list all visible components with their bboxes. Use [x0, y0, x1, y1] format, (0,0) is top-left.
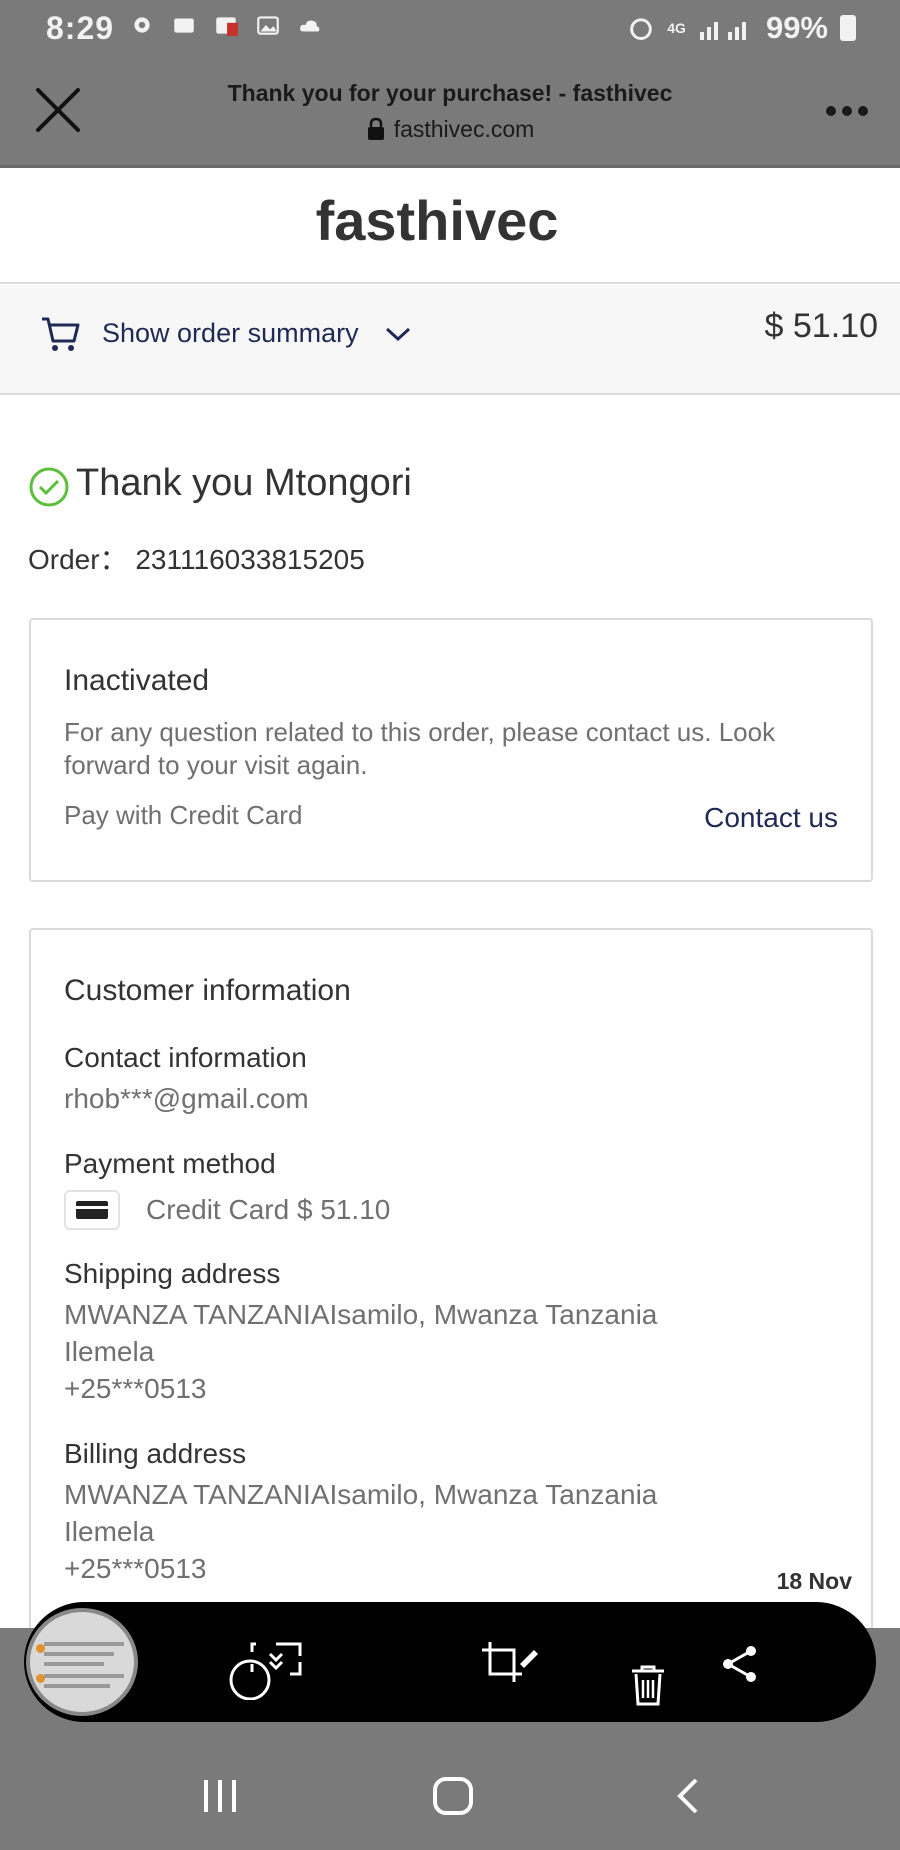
customer-information-title: Customer information	[64, 974, 351, 1007]
video-icon	[174, 18, 194, 33]
order-number-line: Order： 231116033815205	[28, 538, 365, 578]
back-icon[interactable]	[672, 1776, 702, 1816]
settings-icon	[134, 17, 150, 33]
battery-level: 99%	[765, 10, 828, 45]
more-dot-icon	[842, 106, 852, 116]
billing-address-label: Billing address	[64, 1438, 247, 1469]
image-icon	[257, 16, 279, 35]
thank-you-heading: Thank you Mtongori	[76, 462, 412, 504]
payment-method-label: Payment method	[64, 1148, 276, 1179]
more-dot-icon	[858, 106, 868, 116]
screenshot-thumbnail[interactable]	[26, 1608, 138, 1716]
order-summary-toggle[interactable]: Show order summary $ 51.10	[0, 285, 900, 395]
lock-icon	[367, 117, 384, 140]
more-dot-icon	[826, 106, 836, 116]
status-bar: 8:29 4G 99%	[0, 0, 900, 56]
payment-note: Pay with Credit Card	[64, 800, 303, 830]
signal-icon	[699, 22, 746, 40]
status-time: 8:29	[46, 10, 115, 46]
billing-address: MWANZA TANZANIAIsamilo, Mwanza Tanzania …	[64, 1476, 657, 1587]
url-text: fasthivec.com	[393, 116, 535, 142]
browser-toolbar: Thank you for your purchase! - fasthivec…	[0, 56, 900, 168]
page-title: Thank you for your purchase! - fasthivec	[227, 80, 673, 106]
show-order-summary-label: Show order summary	[102, 318, 359, 348]
network-type: 4G	[667, 20, 686, 36]
contact-email: rhob***@gmail.com	[64, 1083, 309, 1114]
order-label: Order：	[28, 544, 128, 575]
chevron-down-icon	[385, 327, 411, 342]
store-logo[interactable]: fasthivec	[0, 188, 874, 253]
cloud-icon	[300, 20, 320, 32]
order-number: 231116033815205	[135, 544, 365, 575]
shipping-address-line: +25***0513	[64, 1373, 207, 1404]
credit-card-icon	[64, 1190, 120, 1230]
share-icon[interactable]	[720, 1644, 760, 1684]
store-header: fasthivec	[0, 172, 900, 284]
shipping-address-line: Ilemela	[64, 1336, 155, 1367]
billing-address-line: +25***0513	[64, 1553, 207, 1584]
recent-apps-icon[interactable]	[200, 1776, 240, 1816]
billing-address-line: MWANZA TANZANIAIsamilo, Mwanza Tanzania	[64, 1479, 658, 1510]
more-options-button[interactable]	[826, 106, 868, 116]
system-navigation-bar	[0, 1746, 900, 1850]
order-status-description: For any question related to this order, …	[64, 717, 776, 780]
contact-us-link[interactable]: Contact us	[704, 802, 838, 834]
scroll-capture-icon[interactable]	[224, 1640, 304, 1700]
check-circle-icon	[29, 467, 69, 507]
order-total: $ 51.10	[764, 307, 878, 345]
order-status-title: Inactivated	[64, 664, 210, 697]
billing-address-line: Ilemela	[64, 1516, 155, 1547]
battery-icon	[840, 15, 856, 41]
shipping-address: MWANZA TANZANIAIsamilo, Mwanza Tanzania …	[64, 1296, 657, 1407]
address-bar[interactable]: fasthivec.com	[0, 116, 900, 143]
crop-edit-icon[interactable]	[480, 1640, 540, 1688]
cart-icon	[42, 317, 80, 351]
shipping-address-label: Shipping address	[64, 1258, 281, 1289]
screenshot-date-label: 18 Nov	[776, 1568, 852, 1594]
payment-method-value: Credit Card $ 51.10	[146, 1194, 391, 1225]
home-icon[interactable]	[432, 1776, 474, 1816]
order-status-card: Inactivated For any question related to …	[29, 618, 873, 882]
shipping-address-line: MWANZA TANZANIAIsamilo, Mwanza Tanzania	[64, 1299, 658, 1330]
alarm-icon	[630, 18, 653, 40]
delete-icon[interactable]	[630, 1664, 666, 1706]
contact-information-label: Contact information	[64, 1042, 307, 1073]
gallery-icon	[216, 17, 238, 36]
